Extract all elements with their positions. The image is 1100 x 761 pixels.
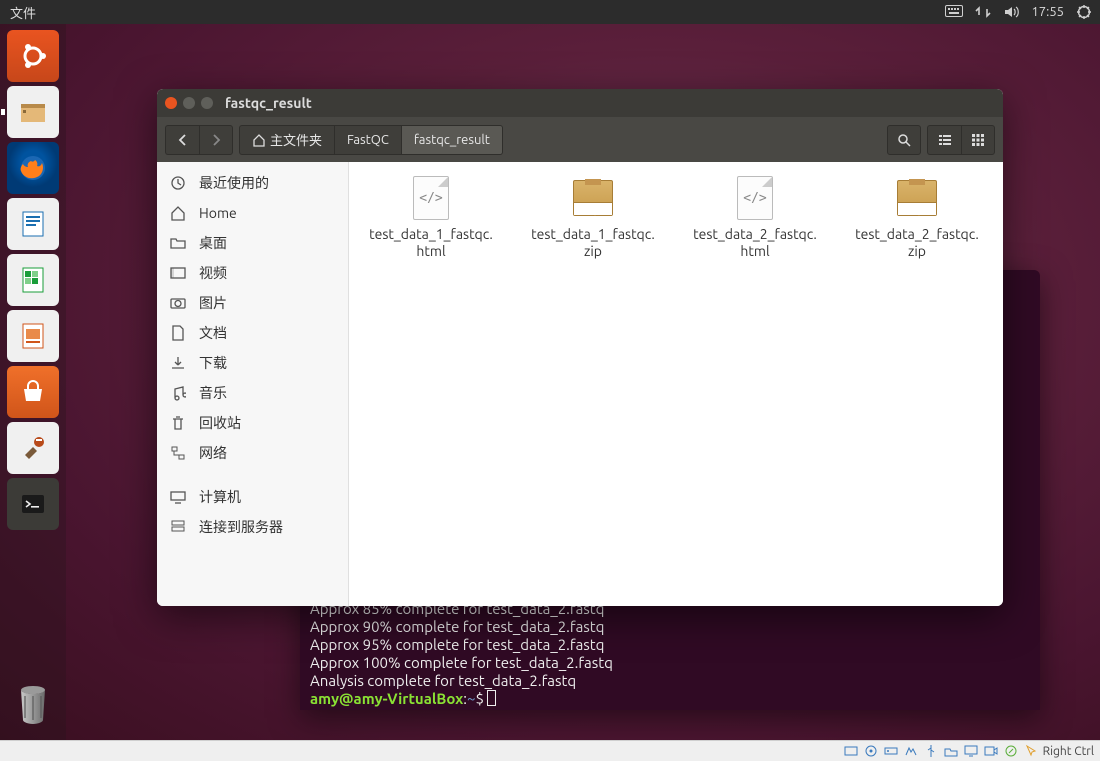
sidebar-item-network[interactable]: 网络 [157,438,348,468]
vm-hdd-icon[interactable] [883,743,899,759]
files-sidebar: 最近使用的 Home 桌面 视频 图片 文档 下载 音乐 回收站 网络 计算机 … [157,162,349,606]
launcher-writer-icon[interactable] [7,198,59,250]
launcher-dash-icon[interactable] [7,30,59,82]
path-segment-result[interactable]: fastqc_result [402,125,503,155]
clock-icon [169,175,187,191]
vm-net-icon[interactable] [903,743,919,759]
file-item[interactable]: </> test_data_2_fastqc. html [679,174,831,260]
sidebar-item-recent[interactable]: 最近使用的 [157,168,348,198]
video-icon [169,265,187,281]
vm-optical-icon[interactable] [863,743,879,759]
launcher-trash-icon[interactable] [7,678,59,730]
launcher-software-icon[interactable] [7,366,59,418]
sidebar-item-computer[interactable]: 计算机 [157,482,348,512]
search-icon [897,133,911,147]
sidebar-item-trash[interactable]: 回收站 [157,408,348,438]
vm-cpu-icon[interactable] [1003,743,1019,759]
path-bar: 主文件夹 FastQC fastqc_result [239,125,503,155]
file-label: test_data_1_fastqc. zip [531,226,655,260]
zip-file-icon: zip [897,180,937,216]
window-close-button[interactable] [165,97,177,109]
file-item[interactable]: zip test_data_1_fastqc. zip [517,174,669,260]
view-list-button[interactable] [927,125,961,155]
launcher-settings-icon[interactable] [7,422,59,474]
files-icon-view[interactable]: </> test_data_1_fastqc. html zip test_data_… [349,162,1003,606]
window-title: fastqc_result [225,95,312,111]
sidebar-item-connect[interactable]: 连接到服务器 [157,512,348,542]
zip-file-icon: zip [573,180,613,216]
files-toolbar: 主文件夹 FastQC fastqc_result [157,117,1003,162]
terminal-cursor [487,690,496,706]
path-segment-home[interactable]: 主文件夹 [239,125,335,155]
file-label: test_data_2_fastqc. html [693,226,817,260]
home-icon [252,133,266,147]
file-item[interactable]: zip test_data_2_fastqc. zip [841,174,993,260]
launcher-terminal-icon[interactable] [7,478,59,530]
launcher-calc-icon[interactable] [7,254,59,306]
view-grid-button[interactable] [961,125,995,155]
vm-display-icon[interactable] [963,743,979,759]
launcher-firefox-icon[interactable] [7,142,59,194]
folder-icon [169,235,187,251]
menubar-app-label[interactable]: 文件 [0,3,36,22]
server-icon [169,519,187,535]
vm-shared-icon[interactable] [943,743,959,759]
window-maximize-button[interactable] [201,97,213,109]
nav-forward-button[interactable] [199,125,233,155]
vm-record-icon[interactable] [983,743,999,759]
files-window: fastqc_result 主文件夹 FastQC fastqc_result [157,89,1003,606]
files-titlebar[interactable]: fastqc_result [157,89,1003,117]
sidebar-item-music[interactable]: 音乐 [157,378,348,408]
document-icon [169,325,187,341]
clock[interactable]: 17:55 [1031,5,1064,19]
music-icon [169,385,187,401]
terminal-prompt-user: amy@amy-VirtualBox [310,690,463,707]
file-item[interactable]: </> test_data_1_fastqc. html [355,174,507,260]
vm-usb-icon[interactable] [923,743,939,759]
vm-disk-icon[interactable] [843,743,859,759]
virtualbox-status-bar: Right Ctrl [0,740,1100,761]
session-indicator-icon[interactable] [1076,4,1092,20]
unity-launcher [0,24,66,740]
sidebar-item-downloads[interactable]: 下载 [157,348,348,378]
camera-icon [169,295,187,311]
grid-view-icon [971,133,985,147]
sound-indicator-icon[interactable] [1003,5,1019,19]
vm-hostkey-label: Right Ctrl [1043,745,1094,758]
file-label: test_data_1_fastqc. html [369,226,493,260]
sidebar-item-documents[interactable]: 文档 [157,318,348,348]
list-view-icon [938,133,952,147]
html-file-icon: </> [413,176,449,220]
nav-back-button[interactable] [165,125,199,155]
trash-icon [169,415,187,431]
launcher-files-icon[interactable] [7,86,59,138]
html-file-icon: </> [737,176,773,220]
global-menubar: 文件 17:55 [0,0,1100,24]
network-icon [169,445,187,461]
vm-mouse-icon[interactable] [1023,743,1039,759]
launcher-impress-icon[interactable] [7,310,59,362]
home-icon [169,205,187,221]
keyboard-indicator-icon[interactable] [945,5,963,19]
network-indicator-icon[interactable] [975,5,991,19]
sidebar-item-videos[interactable]: 视频 [157,258,348,288]
download-icon [169,355,187,371]
window-minimize-button[interactable] [183,97,195,109]
path-segment-fastqc[interactable]: FastQC [335,125,402,155]
sidebar-item-home[interactable]: Home [157,198,348,228]
search-button[interactable] [887,125,921,155]
sidebar-item-desktop[interactable]: 桌面 [157,228,348,258]
computer-icon [169,489,187,505]
sidebar-item-pictures[interactable]: 图片 [157,288,348,318]
file-label: test_data_2_fastqc. zip [855,226,979,260]
